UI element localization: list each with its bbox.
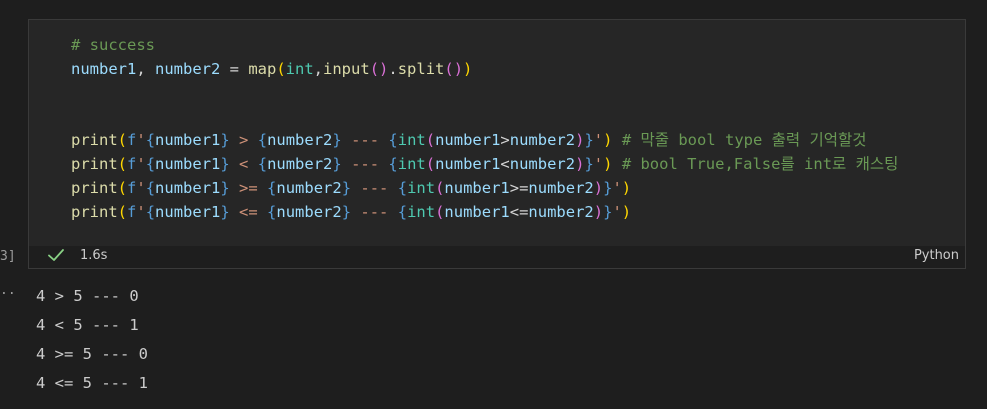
cell-status-bar: 1.6s Python [29, 244, 965, 268]
code-comment-korean-2: # bool True,False를 int로 캐스팅 [621, 154, 899, 173]
output-prompt: .. [0, 283, 16, 298]
code-editor[interactable]: # success number1, number2 = map(int,inpu… [29, 20, 965, 246]
execution-duration: 1.6s [80, 248, 108, 263]
execution-count: 3] [0, 249, 16, 264]
output-line: 4 < 5 --- 1 [36, 316, 139, 334]
code-line-8: print(f'{number1} <= {number2} --- {int(… [71, 202, 632, 221]
check-icon [48, 249, 64, 261]
code-content[interactable]: # success number1, number2 = map(int,inpu… [71, 34, 898, 224]
code-comment: # success [71, 36, 155, 54]
code-line-7: print(f'{number1} >= {number2} --- {int(… [71, 178, 632, 197]
output-line: 4 <= 5 --- 1 [36, 374, 148, 392]
code-cell[interactable]: # success number1, number2 = map(int,inpu… [28, 19, 966, 269]
code-comment-korean-1: # 막줄 bool type 출력 기억할것 [621, 131, 867, 150]
notebook-view: 3] # success number1, number2 = map(int,i… [0, 0, 987, 409]
cell-output: 4 > 5 --- 0 4 < 5 --- 1 4 >= 5 --- 0 4 <… [36, 282, 148, 398]
code-line-2: number1, number2 = map(int,input().split… [71, 59, 473, 78]
language-selector[interactable]: Python [914, 248, 959, 264]
output-line: 4 > 5 --- 0 [36, 287, 139, 305]
output-line: 4 >= 5 --- 0 [36, 345, 148, 363]
code-line-1: # success [71, 34, 898, 58]
code-line-6: print(f'{number1} < {number2} --- {int(n… [71, 154, 899, 173]
code-line-5: print(f'{number1} > {number2} --- {int(n… [71, 131, 867, 150]
